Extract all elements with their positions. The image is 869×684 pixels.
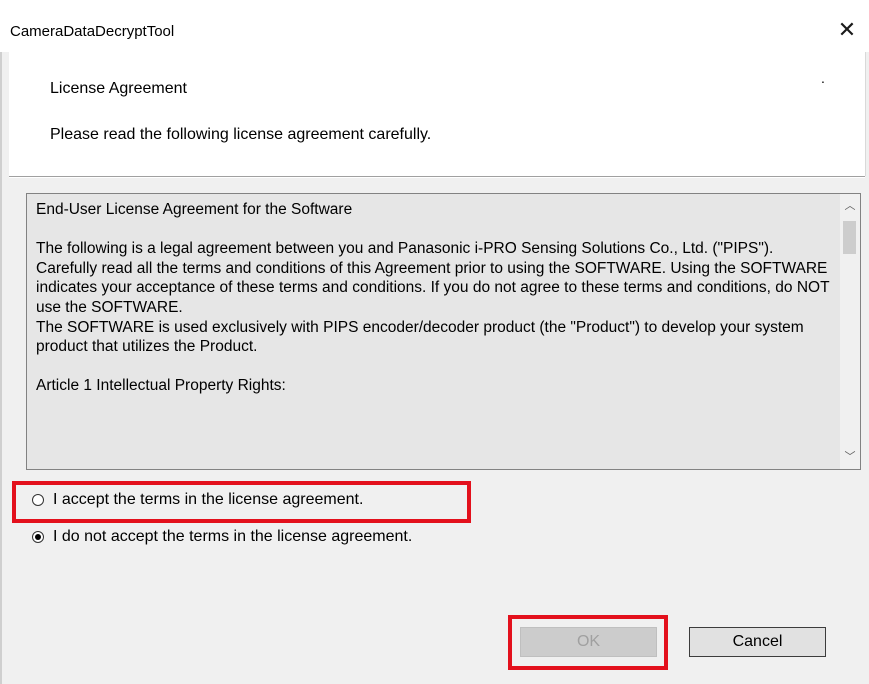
- window-border: [0, 52, 2, 684]
- vertical-scrollbar[interactable]: ︿ ﹀: [840, 194, 860, 469]
- license-text: End-User License Agreement for the Softw…: [36, 201, 830, 395]
- header-dot: .: [821, 70, 825, 86]
- license-dialog: CameraDataDecryptTool ✕ License Agreemen…: [0, 0, 869, 684]
- accept-option[interactable]: I accept the terms in the license agreem…: [32, 490, 363, 510]
- scroll-up-icon[interactable]: ︿: [840, 196, 860, 216]
- accept-radio[interactable]: [32, 494, 44, 506]
- accept-label: I accept the terms in the license agreem…: [53, 491, 364, 508]
- window-title: CameraDataDecryptTool: [10, 23, 175, 40]
- scroll-down-icon[interactable]: ﹀: [840, 447, 860, 467]
- decline-option[interactable]: I do not accept the terms in the license…: [32, 527, 412, 547]
- close-icon[interactable]: ✕: [825, 10, 869, 50]
- page-title: License Agreement: [50, 80, 187, 97]
- header-divider: [9, 176, 865, 178]
- scrollbar-thumb[interactable]: [843, 221, 856, 254]
- decline-label: I do not accept the terms in the license…: [53, 528, 413, 545]
- ok-button[interactable]: OK: [520, 627, 657, 657]
- decline-radio[interactable]: [32, 531, 44, 543]
- title-bar: CameraDataDecryptTool ✕: [0, 0, 869, 52]
- cancel-button[interactable]: Cancel: [689, 627, 826, 657]
- license-text-area[interactable]: End-User License Agreement for the Softw…: [26, 193, 861, 470]
- page-subtitle: Please read the following license agreem…: [50, 126, 432, 143]
- header-panel: License Agreement Please read the follow…: [9, 52, 866, 176]
